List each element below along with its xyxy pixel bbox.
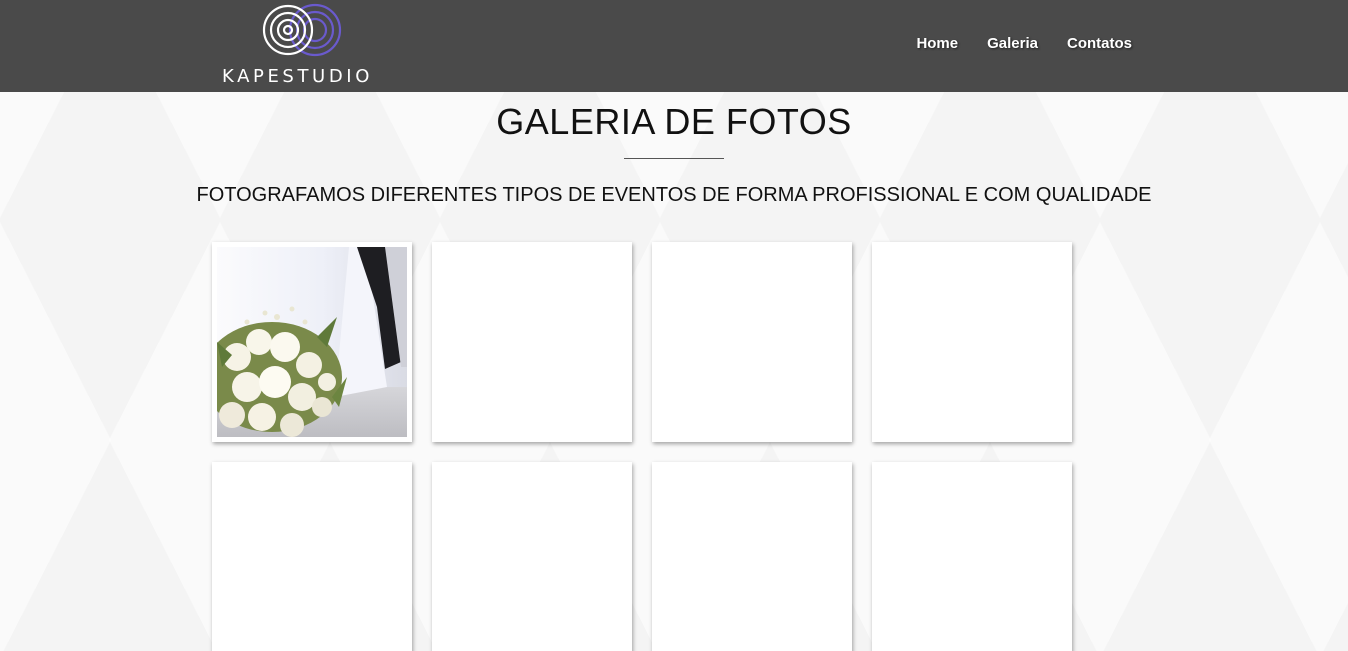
logo-rings-icon bbox=[262, 3, 342, 57]
logo-text: KAPESTUDIO bbox=[222, 66, 373, 87]
photo-gallery bbox=[212, 242, 1092, 651]
nav-link-home[interactable]: Home bbox=[916, 35, 958, 52]
wedding-bouquet-photo bbox=[217, 247, 407, 437]
main-nav: Home Galeria Contatos bbox=[916, 35, 1132, 52]
logo[interactable]: KAPESTUDIO bbox=[220, 0, 390, 92]
gallery-thumbnail[interactable] bbox=[872, 242, 1072, 442]
gallery-thumbnail[interactable] bbox=[652, 242, 852, 442]
gallery-thumbnail[interactable] bbox=[652, 462, 852, 651]
page-subtitle: FOTOGRAFAMOS DIFERENTES TIPOS DE EVENTOS… bbox=[196, 184, 1152, 206]
nav-link-contatos[interactable]: Contatos bbox=[1067, 35, 1132, 52]
gallery-thumbnail[interactable] bbox=[432, 242, 632, 442]
gallery-thumbnail[interactable] bbox=[212, 242, 412, 442]
title-divider bbox=[624, 158, 724, 159]
nav-link-galeria[interactable]: Galeria bbox=[987, 35, 1038, 52]
site-header: KAPESTUDIO Home Galeria Contatos bbox=[0, 0, 1348, 92]
gallery-thumbnail[interactable] bbox=[872, 462, 1072, 651]
page-title: GALERIA DE FOTOS bbox=[496, 101, 852, 142]
gallery-thumbnail[interactable] bbox=[432, 462, 632, 651]
gallery-thumbnail[interactable] bbox=[212, 462, 412, 651]
